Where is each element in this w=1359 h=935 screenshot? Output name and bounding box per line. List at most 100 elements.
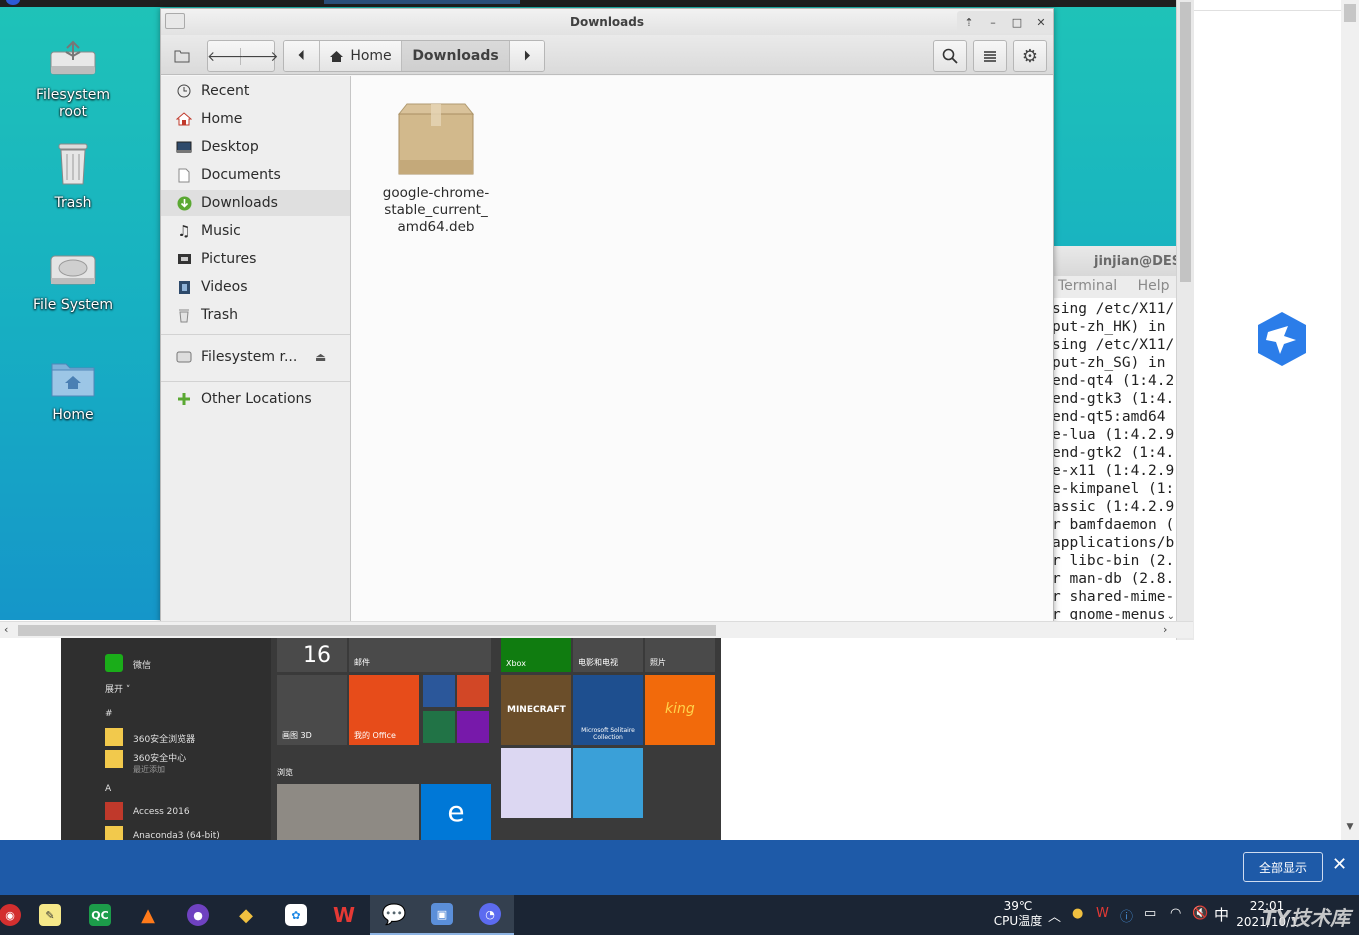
viewer-vertical-scrollbar[interactable] [1176,0,1194,640]
app-list-item[interactable]: 微信 [133,658,151,671]
calendar-tile[interactable]: 16 [277,638,347,672]
disney-tile[interactable] [501,748,571,818]
chevron-up-icon[interactable]: ︿ [1048,906,1061,925]
sidebar-item-documents[interactable]: Documents [161,162,350,188]
matlab-icon[interactable]: ▲ [124,895,172,935]
wps-tray-icon[interactable]: W [1096,906,1109,921]
chevron-right-icon[interactable]: ⏵ [510,41,544,71]
chrome-like-icon[interactable]: ◔ [466,895,514,935]
desktop-icon-trash[interactable]: Trash [18,142,128,212]
office-tile[interactable]: 我的 Office [349,675,419,745]
maximize-icon[interactable]: □ [1009,16,1025,29]
breadcrumb-home[interactable]: Home [320,41,402,71]
desktop-icon-file-system[interactable]: File System [18,252,128,314]
sidebar-item-other-locations[interactable]: Other Locations [161,386,350,412]
terminal-titlebar[interactable]: jinjian@DES [1054,246,1176,276]
close-icon[interactable]: ✕ [1033,16,1049,29]
news-tile[interactable] [277,784,419,840]
sidebar-item-pictures[interactable]: Pictures [161,246,350,272]
search-button[interactable] [933,40,967,72]
close-icon[interactable]: ✕ [1332,854,1347,875]
wechat-icon[interactable]: 💬 [370,895,418,935]
sidebar-item-music[interactable]: ♫ Music [161,218,350,244]
scroll-left-icon[interactable]: ‹ [4,623,8,636]
desktop-icon-filesystem-root[interactable]: Filesystem root [18,38,128,121]
scrollbar-thumb[interactable] [1180,2,1191,282]
sidebar-item-label: Other Locations [201,391,312,407]
paint3d-tile[interactable]: 画图 3D [277,675,347,745]
desktop-icon-home[interactable]: Home [18,358,128,424]
wps-icon[interactable]: W [320,895,368,935]
ime-indicator[interactable]: 中 [1214,904,1229,925]
sidebar-item-label: Documents [201,167,281,183]
scrollbar-thumb[interactable] [1344,4,1356,22]
scroll-right-icon[interactable]: › [1163,623,1167,636]
github-icon[interactable]: ● [174,895,222,935]
sidebar-item-trash[interactable]: Trash [161,302,350,328]
settings-button[interactable]: ⚙ [1013,40,1047,72]
solitaire-tile[interactable]: Microsoft Solitaire Collection [573,675,643,745]
view-menu-button[interactable] [973,40,1007,72]
volume-muted-icon[interactable]: 🔇 [1192,906,1208,921]
app-list-item[interactable]: 360安全浏览器 [133,732,195,745]
forward-arrow-icon[interactable]: 🡒 [241,48,279,65]
powerpoint-tile[interactable] [457,675,489,707]
show-all-button[interactable]: 全部显示 [1243,852,1323,882]
app-list-item[interactable]: Anaconda3 (64-bit) [133,831,220,840]
file-view[interactable]: google-chrome- stable_current_ amd64.deb [351,76,1053,622]
onenote-tile[interactable] [457,711,489,743]
viewer-horizontal-scrollbar[interactable]: ‹ › [0,621,1193,638]
file-item[interactable]: google-chrome- stable_current_ amd64.deb [371,100,501,236]
sidebar-item-desktop[interactable]: Desktop [161,134,350,160]
sidebar-item-downloads[interactable]: Downloads [161,190,350,216]
terminal-scrollbar[interactable]: ⌄ [1166,298,1176,620]
sidebar-item-home[interactable]: Home [161,106,350,132]
menu-help[interactable]: Help [1138,278,1170,294]
breadcrumb-downloads[interactable]: Downloads [402,41,510,71]
folder-icon[interactable] [167,40,197,72]
menu-icon[interactable] [6,0,20,5]
scroll-down-icon[interactable]: ▼ [1341,822,1359,832]
bird-app-icon[interactable] [1254,310,1310,368]
wifi-icon[interactable]: ◠ [1170,906,1181,921]
panel-task[interactable] [324,0,520,4]
scroll-down-icon[interactable]: ⌄ [1167,611,1175,620]
sidebar-item-recent[interactable]: Recent [161,78,350,104]
sidebar-item-videos[interactable]: Videos [161,274,350,300]
king-tile[interactable]: king [645,675,715,745]
xbox-tile[interactable]: Xbox [501,638,571,672]
chevron-left-icon[interactable]: ⏴ [284,41,320,71]
app-list-item[interactable]: 360安全中心 [133,751,186,764]
security-icon[interactable]: ● [1072,906,1083,921]
terminal-window[interactable]: jinjian@DES Terminal Help sing /etc/X11/… [1054,246,1176,620]
back-arrow-icon[interactable]: 🡐 [207,47,245,65]
eject-icon[interactable]: ⏏ [315,350,326,364]
battery-icon[interactable]: ▭ [1144,906,1156,921]
cpu-temp[interactable]: 39℃ CPU温度 [990,899,1046,929]
shade-icon[interactable]: ⇡ [961,16,977,29]
minecraft-tile[interactable]: MINECRAFT [501,675,571,745]
menu-terminal[interactable]: Terminal [1058,278,1117,294]
sidebar-item-filesystem-root[interactable]: Filesystem r... ⏏ [161,344,350,370]
notepad-icon[interactable]: ✎ [26,895,74,935]
word-tile[interactable] [423,675,455,707]
breadcrumb: ⏴ Home Downloads ⏵ [283,40,545,72]
window-titlebar[interactable]: Downloads ⇡ – □ ✕ [161,9,1053,35]
app-list-item[interactable]: Access 2016 [133,807,190,817]
photos-tile[interactable]: 照片 [645,638,715,672]
page-vertical-scrollbar[interactable]: ▼ [1341,0,1359,840]
pinwheel-icon[interactable]: ✿ [272,895,320,935]
info-icon[interactable]: ⓘ [1120,906,1133,925]
scrollbar-thumb[interactable] [18,625,716,636]
edge-tile[interactable]: e [421,784,491,840]
expand-link[interactable]: 展开 ˅ [105,682,130,695]
remote-desktop-icon[interactable]: ▣ [418,895,466,935]
bubble-witch-tile[interactable] [573,748,643,818]
excel-tile[interactable] [423,711,455,743]
minimize-icon[interactable]: – [985,16,1001,29]
mail-tile[interactable]: 邮件 [349,638,491,672]
movies-tile[interactable]: 电影和电视 [573,638,643,672]
git-icon[interactable]: ◆ [222,895,270,935]
qc-icon[interactable]: QC [76,895,124,935]
file-manager-window[interactable]: Downloads ⇡ – □ ✕ 🡐 🡒 ⏴ Home Downloads ⏵ [160,8,1054,623]
